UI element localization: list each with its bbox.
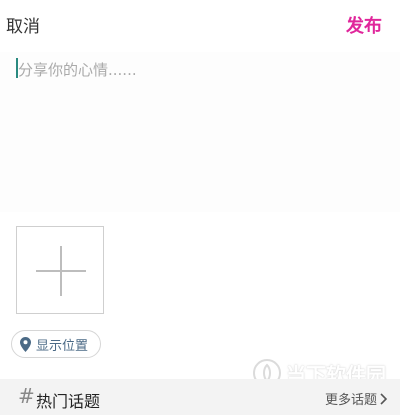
more-topics-label: 更多话题 [324, 393, 377, 408]
plus-icon [36, 246, 86, 296]
show-location-button[interactable]: 显示位置 [11, 330, 102, 358]
hash-icon: # [18, 384, 35, 408]
chevron-right-icon [380, 392, 388, 405]
publish-button[interactable]: 发布 [346, 12, 382, 38]
mood-text-input[interactable] [16, 58, 388, 82]
hot-topics-bar: # 热门话题 更多话题 [0, 379, 400, 415]
cancel-button[interactable]: 取消 [6, 12, 40, 37]
location-pin-icon [20, 336, 31, 352]
add-photo-button[interactable] [16, 226, 104, 314]
show-location-label: 显示位置 [36, 338, 89, 354]
more-topics-link[interactable]: 更多话题 [325, 389, 388, 408]
hot-topics-title: 热门话题 [36, 392, 101, 411]
top-bar: 取消 发布 [0, 0, 400, 52]
